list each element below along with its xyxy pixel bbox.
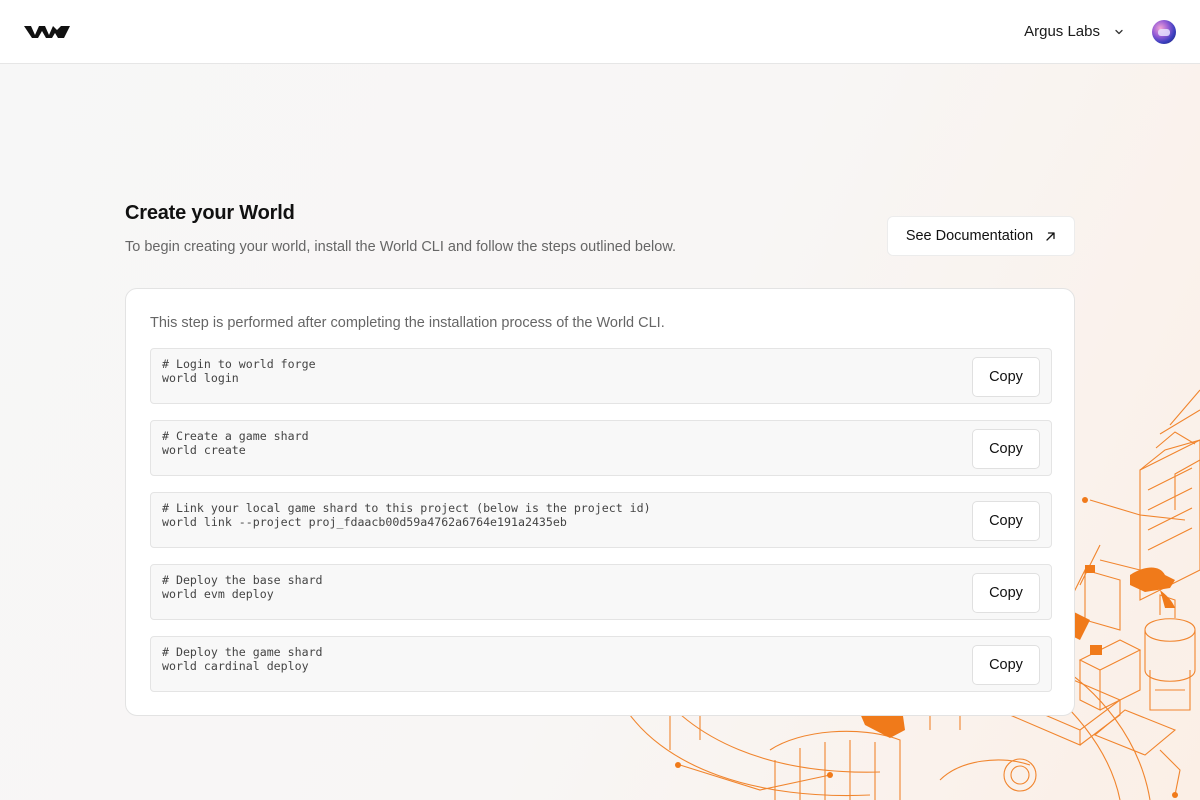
step-link: # Link your local game shard to this pro…: [150, 492, 1052, 548]
copy-button[interactable]: Copy: [972, 645, 1040, 685]
step-login: # Login to world forge world login Copy: [150, 348, 1052, 404]
code-comment: # Login to world forge: [162, 357, 316, 371]
cli-steps-card: This step is performed after completing …: [125, 288, 1075, 716]
code-block: # Create a game shard world create: [162, 429, 309, 457]
code-block: # Login to world forge world login: [162, 357, 316, 385]
code-comment: # Deploy the game shard: [162, 645, 323, 659]
step-evm-deploy: # Deploy the base shard world evm deploy…: [150, 564, 1052, 620]
copy-button[interactable]: Copy: [972, 501, 1040, 541]
world-logo-icon[interactable]: [24, 24, 70, 40]
code-command: world link --project proj_fdaacb00d59a47…: [162, 515, 567, 529]
step-create: # Create a game shard world create Copy: [150, 420, 1052, 476]
code-comment: # Link your local game shard to this pro…: [162, 501, 651, 515]
see-documentation-label: See Documentation: [905, 228, 1034, 244]
arrow-up-right-icon: [1046, 231, 1055, 241]
copy-button[interactable]: Copy: [972, 573, 1040, 613]
code-comment: # Create a game shard: [162, 429, 309, 443]
code-comment: # Deploy the base shard: [162, 573, 323, 587]
code-command: world create: [162, 443, 246, 457]
org-name: Argus Labs: [1024, 23, 1100, 40]
see-documentation-button[interactable]: See Documentation: [887, 216, 1075, 256]
code-block: # Deploy the base shard world evm deploy: [162, 573, 323, 601]
code-block: # Link your local game shard to this pro…: [162, 501, 651, 529]
copy-button[interactable]: Copy: [972, 357, 1040, 397]
copy-button[interactable]: Copy: [972, 429, 1040, 469]
chevron-down-icon: [1115, 29, 1123, 34]
top-bar: Argus Labs: [0, 0, 1200, 64]
step-cardinal-deploy: # Deploy the game shard world cardinal d…: [150, 636, 1052, 692]
code-command: world evm deploy: [162, 587, 274, 601]
card-intro: This step is performed after completing …: [150, 315, 665, 331]
avatar[interactable]: [1152, 19, 1176, 44]
org-switcher[interactable]: Argus Labs: [1024, 19, 1176, 44]
code-command: world cardinal deploy: [162, 659, 309, 673]
code-block: # Deploy the game shard world cardinal d…: [162, 645, 323, 673]
code-command: world login: [162, 371, 239, 385]
